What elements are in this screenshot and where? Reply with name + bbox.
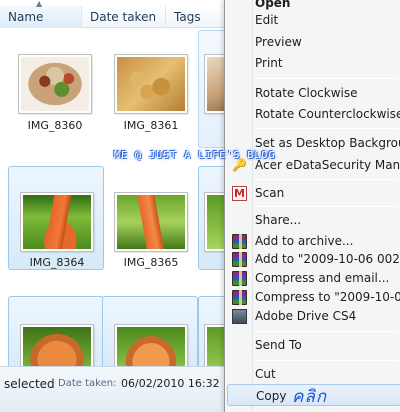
menu-item-edit[interactable]: Edit xyxy=(227,9,400,31)
menu-separator xyxy=(255,360,399,361)
column-name[interactable]: ▲ Name xyxy=(0,0,82,28)
menu-item-label: Compress and email... xyxy=(255,271,390,285)
winrar-icon xyxy=(232,252,247,267)
sort-arrow-icon: ▲ xyxy=(36,0,43,8)
menu-item-print[interactable]: Print xyxy=(227,52,400,74)
file-name: IMG_8360 xyxy=(27,119,83,132)
menu-item-scan[interactable]: M Scan xyxy=(227,182,400,204)
status-date-label: Date taken: xyxy=(58,378,117,389)
thumbnail-image xyxy=(205,193,224,251)
details-status-bar: selected Date taken: 06/02/2010 16:32 xyxy=(0,366,224,412)
file-item-partial[interactable] xyxy=(198,30,224,148)
winrar-icon xyxy=(232,290,247,305)
menu-item-label: Adobe Drive CS4 xyxy=(255,309,357,323)
column-header: ▲ Name Date taken Tags xyxy=(0,0,224,28)
menu-separator xyxy=(255,179,399,180)
adobe-drive-icon xyxy=(232,309,247,324)
column-name-label: Name xyxy=(8,10,44,24)
menu-item-label: Acer eDataSecurity Management xyxy=(255,158,400,172)
file-item[interactable]: IMG_8365 xyxy=(102,166,198,270)
file-name: IMG_8365 xyxy=(123,256,179,269)
context-menu: Open Edit Preview Print Rotate Clockwise… xyxy=(224,0,400,412)
menu-separator xyxy=(255,78,399,79)
thumbnail-image xyxy=(19,55,91,113)
menu-item-adobe-drive[interactable]: Adobe Drive CS4 xyxy=(227,305,400,327)
column-date-taken[interactable]: Date taken xyxy=(82,6,166,28)
menu-item-label: Add to "2009-10-06 002.rar" xyxy=(255,252,400,266)
menu-item-send-to[interactable]: Send To xyxy=(227,334,400,356)
explorer-pane: ▲ Name Date taken Tags IMG_8360 IMG_8361… xyxy=(0,0,224,412)
file-name: IMG_8361 xyxy=(123,119,179,132)
menu-item-preview[interactable]: Preview xyxy=(227,31,400,53)
file-item-selected[interactable] xyxy=(8,296,104,383)
winrar-icon xyxy=(232,234,247,249)
thumbnail-image xyxy=(115,55,187,113)
menu-separator xyxy=(255,128,399,129)
menu-item-rotate-clockwise[interactable]: Rotate Clockwise xyxy=(227,82,400,104)
menu-item-label: Scan xyxy=(255,186,285,200)
menu-item-rotate-counterclockwise[interactable]: Rotate Counterclockwise xyxy=(227,103,400,125)
click-annotation-text: คลิก xyxy=(292,387,328,407)
winrar-icon xyxy=(232,271,247,286)
status-selected-text: selected xyxy=(4,377,55,391)
blog-watermark: ME @ JUST A LIFE'S BLOG xyxy=(114,150,276,161)
menu-separator xyxy=(255,206,399,207)
file-item[interactable]: IMG_8361 xyxy=(102,46,198,146)
menu-item-label: Add to archive... xyxy=(255,234,354,248)
column-date-taken-label: Date taken xyxy=(90,10,157,24)
file-item-selected[interactable] xyxy=(102,296,198,383)
file-name: IMG_8364 xyxy=(29,256,85,269)
thumbnail-image xyxy=(21,193,93,251)
file-item-partial[interactable] xyxy=(198,166,224,270)
column-tags[interactable]: Tags xyxy=(166,6,224,28)
scan-m-icon: M xyxy=(232,186,247,201)
menu-item-label: Compress to "2009-10-06 002.rar" xyxy=(255,290,400,304)
thumbnail-image xyxy=(205,55,224,113)
column-tags-label: Tags xyxy=(174,10,201,24)
status-date-value: 06/02/2010 16:32 xyxy=(121,377,220,390)
thumbnail-image xyxy=(115,193,187,251)
menu-separator xyxy=(255,331,399,332)
menu-item-share[interactable]: Share... xyxy=(227,209,400,231)
file-item-partial[interactable] xyxy=(198,296,224,383)
file-item[interactable]: IMG_8360 xyxy=(6,46,102,146)
menu-item-cut[interactable]: Cut xyxy=(227,363,400,385)
file-item-selected[interactable]: IMG_8364 xyxy=(8,166,104,270)
